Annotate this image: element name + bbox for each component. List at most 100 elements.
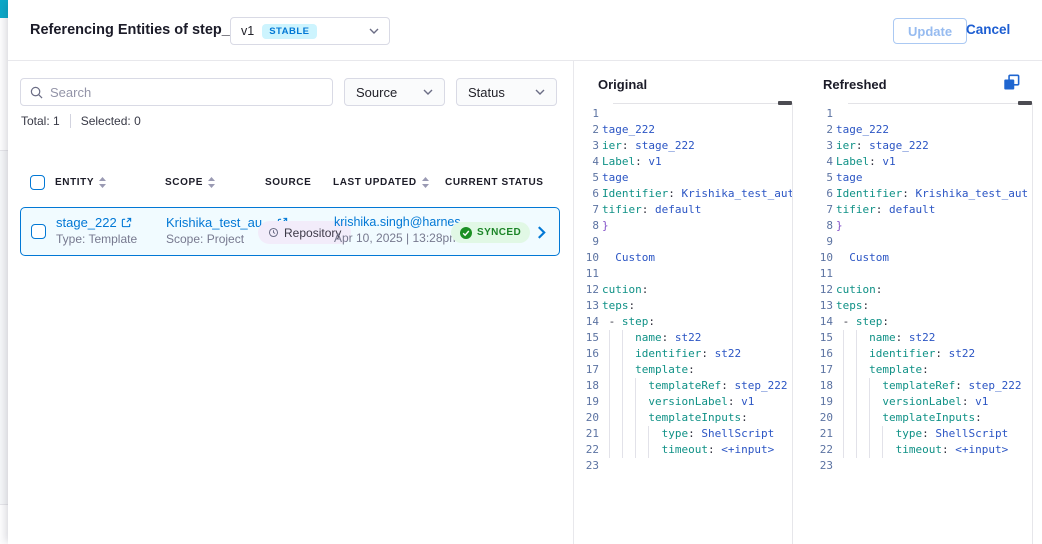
line-number: 3 xyxy=(578,139,599,152)
code-line: 1 xyxy=(812,106,1032,122)
original-hscrollbar-track[interactable] xyxy=(613,103,792,104)
modal-header: Referencing Entities of step_222 v1 STAB… xyxy=(8,0,1042,61)
line-number: 7 xyxy=(578,203,599,216)
code-line: 4Label: v1 xyxy=(812,154,1032,170)
indent-guide xyxy=(622,394,623,410)
refreshed-panel-title: Refreshed xyxy=(823,77,887,92)
update-button[interactable]: Update xyxy=(893,18,967,44)
code-line: 17 template: xyxy=(812,362,1032,378)
line-number: 15 xyxy=(578,331,599,344)
line-number: 6 xyxy=(578,187,599,200)
line-number: 4 xyxy=(812,155,833,168)
code-line: 22 timeout: <+input> xyxy=(812,442,1032,458)
column-header-current-status: CURRENT STATUS xyxy=(445,177,544,188)
code-line: 17 template: xyxy=(578,362,792,378)
indent-guide xyxy=(843,410,844,426)
indent-guide xyxy=(635,394,636,410)
code-line: 20 templateInputs: xyxy=(578,410,792,426)
line-number: 5 xyxy=(578,171,599,184)
code-line: 20 templateInputs: xyxy=(812,410,1032,426)
code-line: 2tage_222 xyxy=(812,122,1032,138)
code-line: 3ier: stage_222 xyxy=(578,138,792,154)
code-line: 19 versionLabel: v1 xyxy=(812,394,1032,410)
indent-guide xyxy=(869,378,870,394)
column-header-entity: ENTITY xyxy=(55,177,106,188)
column-header-last-updated: LAST UPDATED xyxy=(333,177,429,188)
scope-link[interactable]: Krishika_test_au... xyxy=(166,215,273,230)
indent-guide xyxy=(622,362,623,378)
refreshed-code-editor[interactable]: 12tage_2223ier: stage_2224Label: v15tage… xyxy=(812,106,1032,474)
select-all-checkbox[interactable] xyxy=(30,175,45,190)
code-line: 15 name: st22 xyxy=(578,330,792,346)
entity-cell: stage_222 Type: Template xyxy=(56,215,137,246)
cancel-button[interactable]: Cancel xyxy=(966,22,1010,37)
page-title: Referencing Entities of step_222 xyxy=(30,22,254,38)
sort-icon[interactable] xyxy=(99,177,106,188)
refreshed-vscrollbar-track[interactable] xyxy=(1032,103,1033,544)
code-line: 21 type: ShellScript xyxy=(578,426,792,442)
search-input[interactable] xyxy=(50,85,310,100)
indent-guide xyxy=(869,394,870,410)
source-filter-dropdown[interactable]: Source xyxy=(344,78,445,106)
line-number: 22 xyxy=(578,443,599,456)
original-vscrollbar-track[interactable] xyxy=(792,103,793,544)
sort-icon[interactable] xyxy=(422,177,429,188)
table-row[interactable]: stage_222 Type: Template Krishika_test_a… xyxy=(20,207,560,256)
code-line: 16 identifier: st22 xyxy=(812,346,1032,362)
code-line: 5tage xyxy=(578,170,792,186)
code-line: 12cution: xyxy=(812,282,1032,298)
line-number: 23 xyxy=(812,459,833,472)
chevron-right-icon[interactable] xyxy=(537,226,546,239)
indent-guide xyxy=(609,378,610,394)
line-number: 21 xyxy=(578,427,599,440)
modal-body: Source Status Total: 1 Selected: 0 xyxy=(8,61,1042,544)
version-dropdown[interactable]: v1 STABLE xyxy=(230,17,390,45)
search-icon xyxy=(30,86,43,99)
background-content-sliver xyxy=(0,150,8,505)
line-number: 4 xyxy=(578,155,599,168)
updated-by-link[interactable]: krishika.singh@harnes... xyxy=(334,215,471,229)
indent-guide xyxy=(882,426,883,442)
status-filter-dropdown[interactable]: Status xyxy=(456,78,557,106)
column-header-scope: SCOPE xyxy=(165,177,215,188)
indent-guide xyxy=(622,378,623,394)
refreshed-hscrollbar-thumb[interactable] xyxy=(1018,101,1032,105)
sort-icon[interactable] xyxy=(208,177,215,188)
original-hscrollbar-thumb[interactable] xyxy=(778,101,792,105)
line-number: 22 xyxy=(812,443,833,456)
indent-guide xyxy=(648,442,649,458)
code-line: 23 xyxy=(812,458,1032,474)
code-line: 11 xyxy=(578,266,792,282)
code-line: 7tifier: default xyxy=(812,202,1032,218)
code-line: 1 xyxy=(578,106,792,122)
external-link-icon[interactable] xyxy=(121,217,132,228)
original-panel-title: Original xyxy=(598,77,647,92)
indent-guide xyxy=(635,410,636,426)
search-box xyxy=(20,78,333,106)
indent-guide xyxy=(648,426,649,442)
code-line: 3ier: stage_222 xyxy=(812,138,1032,154)
original-code-editor[interactable]: 12tage_2223ier: stage_2224Label: v15tage… xyxy=(578,106,792,474)
refreshed-hscrollbar-track[interactable] xyxy=(848,103,1032,104)
indent-guide xyxy=(622,330,623,346)
indent-guide xyxy=(609,346,610,362)
line-number: 6 xyxy=(812,187,833,200)
code-line: 6Identifier: Krishika_test_aut xyxy=(578,186,792,202)
line-number: 12 xyxy=(578,283,599,296)
code-line: 7tifier: default xyxy=(578,202,792,218)
code-line: 21 type: ShellScript xyxy=(812,426,1032,442)
entity-link[interactable]: stage_222 xyxy=(56,215,117,230)
indent-guide xyxy=(609,442,610,458)
check-circle-icon xyxy=(460,227,472,239)
indent-guide xyxy=(856,442,857,458)
copy-icon[interactable] xyxy=(1003,74,1020,91)
totals-bar: Total: 1 Selected: 0 xyxy=(21,114,141,128)
code-line: 9 xyxy=(578,234,792,250)
chevron-down-icon xyxy=(369,28,379,34)
line-number: 19 xyxy=(812,395,833,408)
indent-guide xyxy=(622,410,623,426)
line-number: 17 xyxy=(578,363,599,376)
indent-guide xyxy=(856,330,857,346)
stable-badge: STABLE xyxy=(262,24,316,39)
row-checkbox[interactable] xyxy=(31,224,46,239)
